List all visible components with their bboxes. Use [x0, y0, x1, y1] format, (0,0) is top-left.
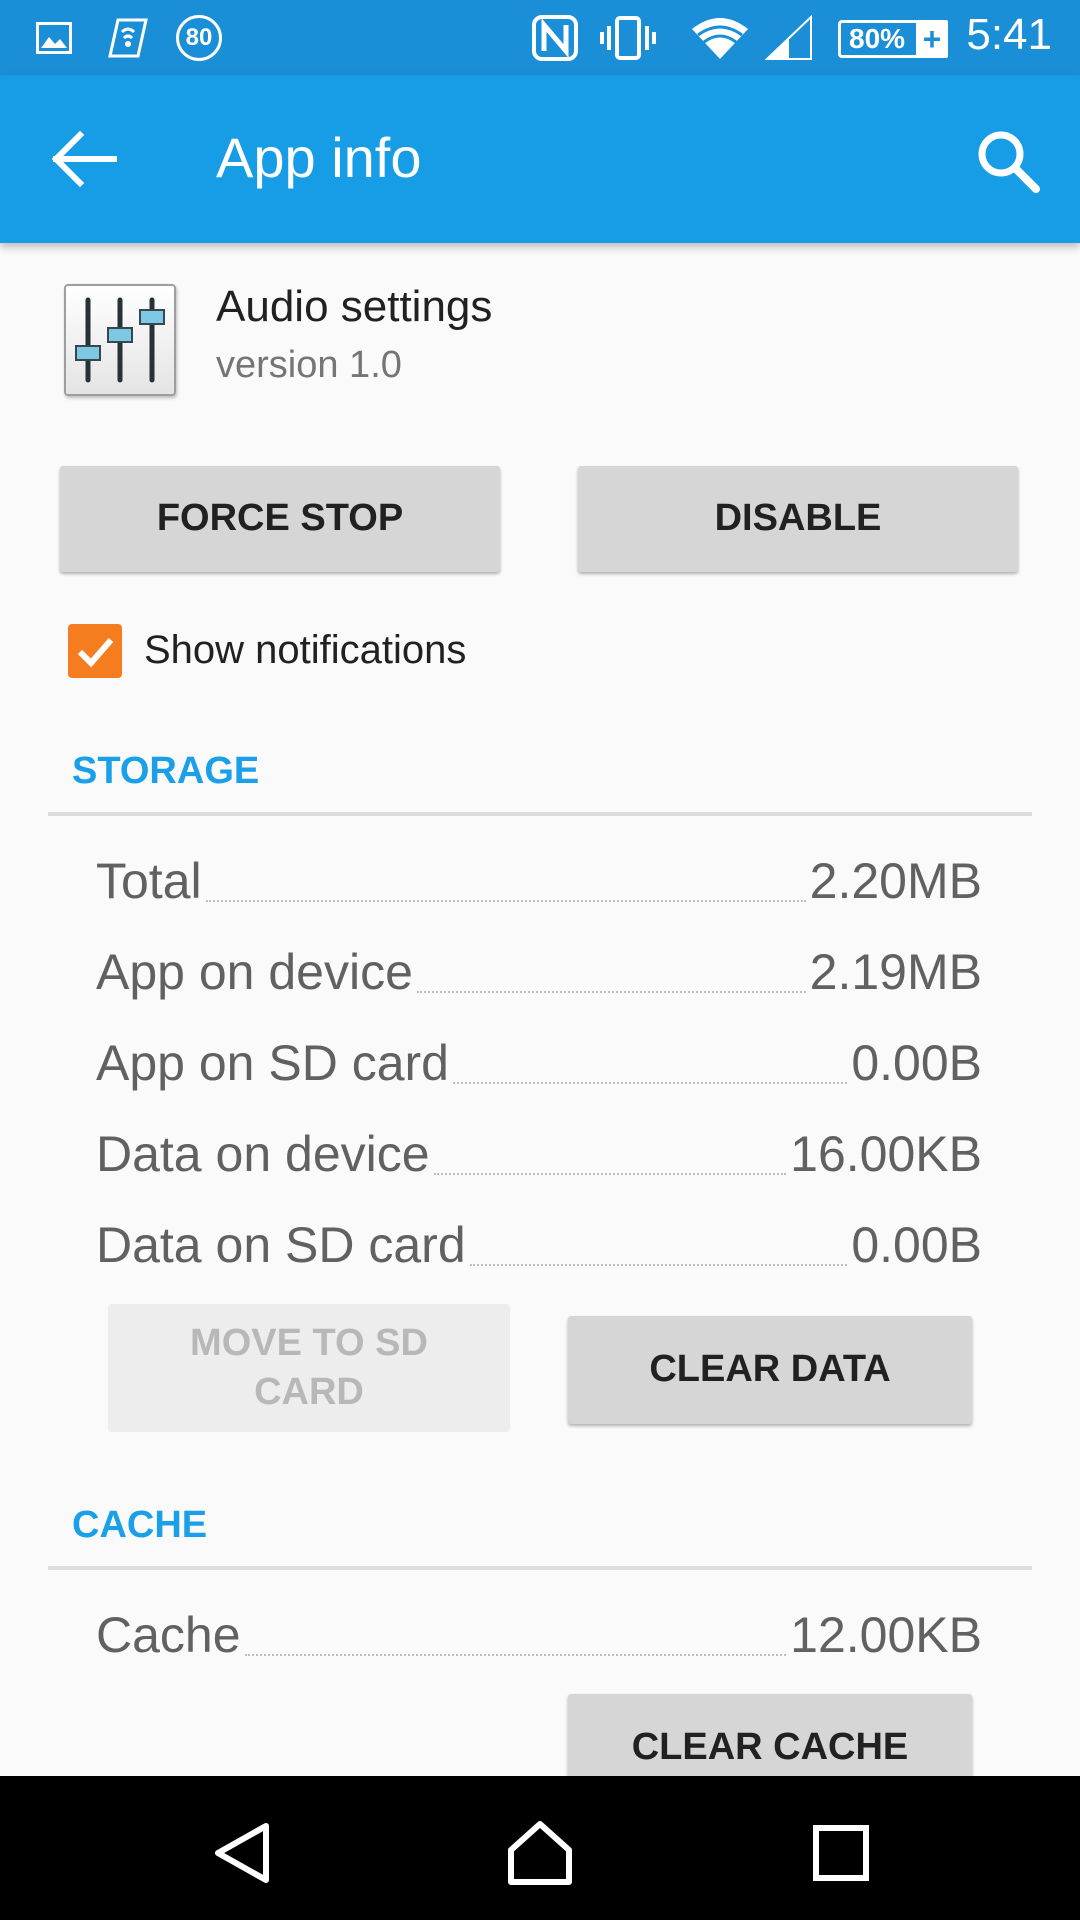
- row-value: 0.00B: [851, 1217, 982, 1273]
- dotted-leader: [244, 1654, 787, 1656]
- row-value: 2.20MB: [809, 853, 982, 909]
- vibrate-icon: [600, 14, 656, 62]
- app-bar: App info: [0, 75, 1080, 243]
- storage-row-app-on-device: App on device 2.19MB: [96, 937, 982, 997]
- row-value: 2.19MB: [809, 944, 982, 1000]
- equalizer-app-icon: [64, 284, 176, 396]
- move-to-sd-card-button[interactable]: MOVE TO SD CARD: [108, 1304, 510, 1432]
- dotted-leader: [416, 991, 806, 993]
- battery-percent: 80%: [849, 23, 906, 54]
- row-value: 16.00KB: [790, 1126, 982, 1182]
- force-stop-button[interactable]: FORCE STOP: [60, 466, 500, 572]
- data-circle-icon: 80: [174, 14, 224, 62]
- storage-row-total: Total 2.20MB: [96, 846, 982, 906]
- cache-divider: [48, 1566, 1032, 1570]
- move-to-sd-line-2: CARD: [254, 1371, 364, 1413]
- back-triangle-icon[interactable]: [206, 1818, 276, 1888]
- storage-row-app-on-sd-card: App on SD card 0.00B: [96, 1028, 982, 1088]
- dotted-leader: [205, 900, 806, 902]
- disable-button[interactable]: DISABLE: [578, 466, 1018, 572]
- clear-data-button[interactable]: CLEAR DATA: [568, 1316, 972, 1424]
- wifi-icon: [690, 14, 750, 62]
- clock: 5:41: [966, 10, 1052, 59]
- storage-divider: [48, 812, 1032, 816]
- row-label: Data on SD card: [96, 1217, 466, 1273]
- nfc-icon: [530, 14, 580, 62]
- home-icon[interactable]: [505, 1818, 575, 1888]
- status-bar: 80 80% + 5:41: [0, 0, 1080, 75]
- cache-section-title: CACHE: [72, 1504, 208, 1546]
- row-label: Total: [96, 853, 202, 909]
- storage-row-data-on-device: Data on device 16.00KB: [96, 1119, 982, 1179]
- row-value: 0.00B: [851, 1035, 982, 1091]
- move-to-sd-line-1: MOVE TO SD: [190, 1321, 428, 1364]
- page-title: App info: [216, 126, 422, 189]
- cache-row: Cache 12.00KB: [96, 1600, 982, 1660]
- search-icon[interactable]: [974, 127, 1044, 197]
- row-label: Data on device: [96, 1126, 430, 1182]
- image-icon: [34, 14, 74, 62]
- app-info-screen: 80 80% + 5:41 App info Audio settings ve…: [0, 0, 1080, 1920]
- arrow-back-icon[interactable]: [50, 127, 120, 191]
- dotted-leader: [433, 1173, 787, 1175]
- charging-plus: +: [916, 20, 948, 58]
- app-name: Audio settings: [216, 282, 493, 331]
- row-label: App on device: [96, 944, 413, 1000]
- battery-icon: 80% +: [838, 20, 948, 58]
- app-version: version 1.0: [216, 344, 402, 386]
- row-label: Cache: [96, 1607, 241, 1663]
- sim-toolkit-icon: [104, 14, 152, 62]
- data-badge: 80: [176, 15, 222, 61]
- navigation-bar: [0, 1776, 1080, 1920]
- row-label: App on SD card: [96, 1035, 449, 1091]
- show-notifications-checkbox[interactable]: [68, 624, 122, 678]
- cell-signal-icon: [764, 14, 814, 62]
- recents-icon[interactable]: [806, 1818, 876, 1888]
- row-value: 12.00KB: [790, 1607, 982, 1663]
- storage-row-data-on-sd-card: Data on SD card 0.00B: [96, 1210, 982, 1270]
- dotted-leader: [452, 1082, 848, 1084]
- dotted-leader: [469, 1264, 848, 1266]
- storage-section-title: STORAGE: [72, 750, 260, 792]
- show-notifications-label: Show notifications: [144, 628, 467, 672]
